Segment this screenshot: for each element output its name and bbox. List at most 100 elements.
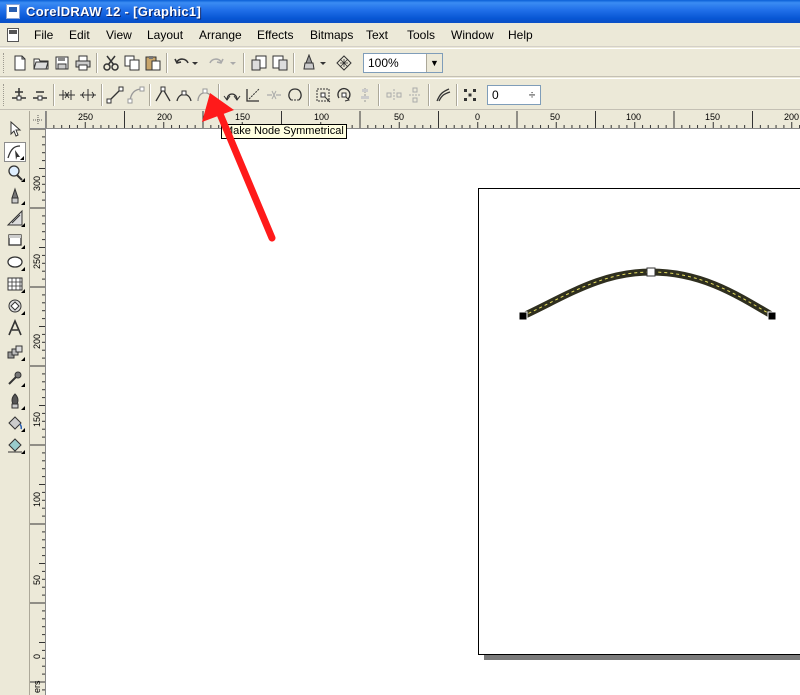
zoom-level-combobox[interactable]: 100% ▼	[363, 53, 443, 73]
menu-view[interactable]: View	[106, 28, 132, 42]
menu-edit[interactable]: Edit	[69, 28, 90, 42]
save-icon[interactable]	[52, 53, 72, 73]
freehand-tool-icon[interactable]	[4, 186, 26, 206]
toolbar-separator	[428, 84, 430, 106]
vruler-label: 200	[32, 334, 42, 349]
reflect-nodes-horizontally-icon[interactable]	[384, 85, 404, 105]
graph-paper-tool-icon[interactable]	[4, 274, 26, 294]
toolbar-separator	[378, 84, 380, 106]
new-document-icon[interactable]	[10, 53, 30, 73]
hruler-label: 250	[78, 112, 93, 122]
toolbar-separator	[308, 84, 310, 106]
vruler-label: 0	[32, 654, 42, 659]
document-icon[interactable]	[7, 28, 19, 42]
menu-layout[interactable]: Layout	[147, 28, 183, 42]
vruler-label: 100	[32, 492, 42, 507]
toolbar-separator	[166, 53, 168, 73]
zoom-level-value: 100%	[368, 56, 399, 70]
fill-tool-icon[interactable]	[4, 413, 26, 433]
align-nodes-icon[interactable]	[355, 85, 375, 105]
toolbox	[0, 111, 30, 695]
hruler-label: 150	[705, 112, 720, 122]
undo-icon[interactable]	[172, 53, 192, 73]
open-folder-icon[interactable]	[31, 53, 51, 73]
auto-close-curve-icon[interactable]	[285, 85, 305, 105]
curve-smoothness-field[interactable]: 0 ÷	[487, 85, 541, 105]
join-nodes-icon[interactable]	[57, 85, 77, 105]
break-curve-icon[interactable]	[78, 85, 98, 105]
vruler-label: 50	[32, 575, 42, 585]
print-icon[interactable]	[73, 53, 93, 73]
make-node-symmetrical-icon[interactable]	[195, 85, 215, 105]
menu-help[interactable]: Help	[508, 28, 533, 42]
vruler-label: 250	[32, 254, 42, 269]
make-node-cusp-icon[interactable]	[153, 85, 173, 105]
interactive-fill-tool-icon[interactable]	[4, 435, 26, 455]
vertical-ruler[interactable]: 300 250 200 150 100 50 0 ers	[30, 129, 46, 695]
elastic-mode-icon[interactable]	[433, 85, 453, 105]
pick-tool-icon[interactable]	[4, 119, 26, 139]
redo-icon[interactable]	[206, 53, 226, 73]
convert-curve-to-line-icon[interactable]	[105, 85, 125, 105]
curve-start-node	[518, 311, 528, 321]
toolbar-separator	[149, 84, 151, 106]
smart-fill-tool-icon[interactable]	[4, 208, 26, 228]
spinner-icon[interactable]: ÷	[524, 86, 540, 104]
shape-tool-icon[interactable]	[4, 142, 26, 162]
title-bar: CorelDRAW 12 - [Graphic1]	[0, 0, 800, 23]
menu-window[interactable]: Window	[451, 28, 494, 42]
menu-tools[interactable]: Tools	[407, 28, 435, 42]
property-bar: 0 ÷	[0, 78, 800, 110]
ellipse-tool-icon[interactable]	[4, 252, 26, 272]
select-all-nodes-icon[interactable]	[460, 85, 480, 105]
rotate-skew-nodes-icon[interactable]	[334, 85, 354, 105]
toolbar-separator	[456, 84, 458, 106]
corel-online-icon[interactable]	[334, 53, 354, 73]
menu-text[interactable]: Text	[366, 28, 388, 42]
ruler-origin-icon[interactable]	[30, 111, 46, 129]
standard-toolbar: 100% ▼	[0, 48, 800, 77]
delete-node-icon[interactable]	[30, 85, 50, 105]
convert-line-to-curve-icon[interactable]	[126, 85, 146, 105]
paste-icon[interactable]	[143, 53, 163, 73]
menu-arrange[interactable]: Arrange	[199, 28, 242, 42]
make-node-smooth-icon[interactable]	[174, 85, 194, 105]
copy-icon[interactable]	[122, 53, 142, 73]
export-icon[interactable]	[270, 53, 290, 73]
window-title: CorelDRAW 12 - [Graphic1]	[26, 4, 202, 19]
toolbar-separator	[101, 84, 103, 106]
hruler-label: 100	[314, 112, 329, 122]
launcher-dropdown-icon[interactable]	[318, 53, 328, 73]
application-launcher-icon[interactable]	[299, 53, 319, 73]
interactive-blend-tool-icon[interactable]	[4, 342, 26, 362]
eyedropper-tool-icon[interactable]	[4, 368, 26, 388]
text-tool-icon[interactable]	[4, 318, 26, 338]
stretch-scale-nodes-icon[interactable]	[313, 85, 333, 105]
add-node-icon[interactable]	[9, 85, 29, 105]
outline-tool-icon[interactable]	[4, 391, 26, 411]
cut-icon[interactable]	[101, 53, 121, 73]
hruler-label: 0	[475, 112, 480, 122]
units-label: ers	[32, 680, 42, 693]
import-icon[interactable]	[249, 53, 269, 73]
menu-file[interactable]: File	[34, 28, 53, 42]
rectangle-tool-icon[interactable]	[4, 230, 26, 250]
reflect-nodes-vertically-icon[interactable]	[405, 85, 425, 105]
redo-dropdown-icon[interactable]	[228, 53, 238, 73]
extract-subpath-icon[interactable]	[264, 85, 284, 105]
menu-bitmaps[interactable]: Bitmaps	[310, 28, 353, 42]
drawing-canvas[interactable]	[46, 129, 800, 695]
extend-curve-to-close-icon[interactable]	[243, 85, 263, 105]
horizontal-ruler[interactable]: 250 200 150 100 50 0 50 100 150 200	[46, 111, 800, 129]
menu-effects[interactable]: Effects	[257, 28, 293, 42]
undo-dropdown-icon[interactable]	[190, 53, 200, 73]
toolbar-grip[interactable]	[3, 84, 6, 106]
zoom-tool-icon[interactable]	[4, 163, 26, 183]
toolbar-separator	[243, 53, 245, 73]
chevron-down-icon[interactable]: ▼	[426, 54, 442, 72]
toolbar-grip[interactable]	[3, 53, 6, 73]
reverse-curve-direction-icon[interactable]	[222, 85, 242, 105]
basic-shapes-tool-icon[interactable]	[4, 296, 26, 316]
coreldraw-app-icon[interactable]	[6, 4, 20, 19]
toolbar-separator	[96, 53, 98, 73]
